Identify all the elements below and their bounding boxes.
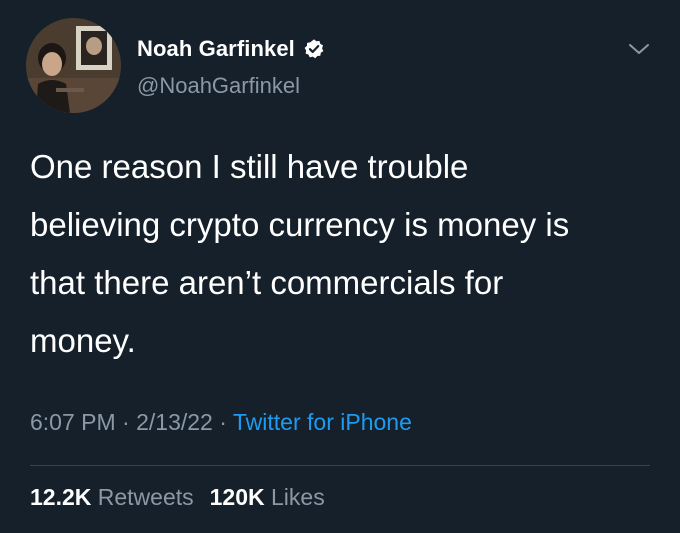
retweets-count: 12.2K — [30, 484, 92, 510]
tweet-meta: 6:07 PM · 2/13/22 · Twitter for iPhone — [30, 409, 412, 436]
chevron-down-icon[interactable] — [626, 38, 652, 60]
divider — [30, 465, 650, 466]
tweet-time[interactable]: 6:07 PM — [30, 409, 116, 435]
meta-separator: · — [219, 409, 227, 435]
author-name-row: Noah Garfinkel — [137, 36, 325, 62]
likes-count: 120K — [209, 484, 265, 510]
tweet-source-link[interactable]: Twitter for iPhone — [233, 409, 412, 435]
tweet-card: Noah Garfinkel @NoahGarfinkel One reason… — [0, 0, 680, 533]
meta-separator: · — [122, 409, 130, 435]
tweet-text: One reason I still have trouble believin… — [30, 138, 660, 370]
tweet-text-line: One reason I still have trouble — [30, 148, 469, 185]
avatar[interactable] — [26, 18, 121, 113]
tweet-text-line: money. — [30, 322, 136, 359]
verified-badge-icon — [303, 38, 325, 60]
avatar-photo — [26, 18, 121, 113]
tweet-text-line: that there aren’t commercials for — [30, 264, 504, 301]
likes-stat[interactable]: 120K Likes — [210, 484, 325, 510]
author-display-name[interactable]: Noah Garfinkel — [137, 36, 295, 62]
tweet-text-line: believing crypto currency is money is — [30, 206, 570, 243]
tweet-date[interactable]: 2/13/22 — [136, 409, 213, 435]
retweets-label: Retweets — [97, 484, 194, 510]
tweet-stats: 12.2K Retweets 120K Likes — [30, 484, 325, 511]
author-handle[interactable]: @NoahGarfinkel — [137, 73, 300, 99]
likes-label: Likes — [271, 484, 325, 510]
retweets-stat[interactable]: 12.2K Retweets — [30, 484, 194, 510]
